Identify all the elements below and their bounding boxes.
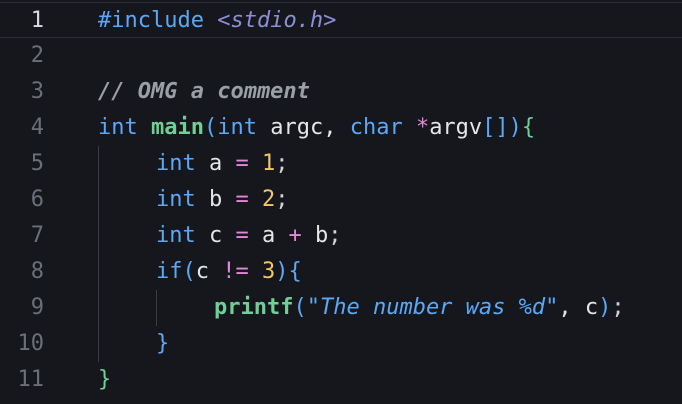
identifier: , c xyxy=(558,295,599,320)
identifier: c xyxy=(195,259,223,284)
brace: } xyxy=(98,367,112,392)
paren: ) xyxy=(275,259,289,284)
keyword-control: if xyxy=(156,259,183,284)
paren: ( xyxy=(203,115,218,140)
include-header: <stdio.h> xyxy=(217,8,337,33)
keyword-type: int xyxy=(156,151,196,176)
keyword-type: int xyxy=(98,115,138,140)
function-name: printf xyxy=(214,295,294,320)
operator: = xyxy=(235,223,249,248)
identifier: b xyxy=(195,187,236,212)
code-line[interactable]: 2 xyxy=(0,38,682,74)
line-content[interactable]: int c = a + b; xyxy=(156,218,342,254)
operator: = xyxy=(235,187,249,212)
paren: ) xyxy=(508,115,522,140)
code-line[interactable]: 4 int main(int argc, char *argv[]){ xyxy=(0,110,682,146)
line-number: 9 xyxy=(30,295,44,320)
identifier: argc, xyxy=(256,115,350,140)
paren: ( xyxy=(182,259,196,284)
line-content[interactable]: printf("The number was %d", c); xyxy=(214,290,625,326)
line-number: 11 xyxy=(17,367,45,392)
code-line[interactable]: 5 int a = 1; xyxy=(0,146,682,182)
preprocessor-directive: #include xyxy=(98,8,204,33)
keyword-type: int xyxy=(156,187,196,212)
comment: // OMG a comment xyxy=(98,79,310,104)
brackets: [] xyxy=(482,115,509,140)
semicolon: ; xyxy=(328,223,342,248)
string-literal: "The number was %d" xyxy=(306,295,559,320)
line-number: 8 xyxy=(30,259,44,284)
line-number: 1 xyxy=(30,8,44,33)
code-line[interactable]: 9 printf("The number was %d", c); xyxy=(0,290,682,326)
identifier: a xyxy=(195,151,236,176)
identifier: a xyxy=(248,223,289,248)
keyword-type: int xyxy=(156,223,196,248)
operator: + xyxy=(288,223,302,248)
operator: != xyxy=(222,259,249,284)
code-line[interactable]: 1 #include <stdio.h> xyxy=(0,2,682,38)
identifier: b xyxy=(301,223,329,248)
code-line[interactable]: 8 if(c != 3){ xyxy=(0,254,682,290)
semicolon: ; xyxy=(275,187,289,212)
keyword-type: int xyxy=(217,115,257,140)
line-content[interactable]: } xyxy=(98,362,111,398)
line-number: 3 xyxy=(30,79,44,104)
line-content[interactable]: int main(int argc, char *argv[]){ xyxy=(98,110,535,146)
line-number: 4 xyxy=(30,115,44,140)
code-line[interactable]: 7 int c = a + b; xyxy=(0,218,682,254)
line-number: 10 xyxy=(17,331,45,356)
line-number: 5 xyxy=(30,151,44,176)
operator: * xyxy=(415,115,430,140)
semicolon: ; xyxy=(275,151,289,176)
paren: ( xyxy=(293,295,307,320)
code-line[interactable]: 3 // OMG a comment xyxy=(0,74,682,110)
keyword-type: char xyxy=(349,115,403,140)
number-literal: 3 xyxy=(248,259,276,284)
line-content[interactable]: } xyxy=(156,326,169,362)
number-literal: 2 xyxy=(262,187,276,212)
identifier: c xyxy=(195,223,236,248)
function-name: main xyxy=(151,115,204,140)
identifier: argv xyxy=(429,115,483,140)
code-line[interactable]: 10 } xyxy=(0,326,682,362)
line-content[interactable]: if(c != 3){ xyxy=(156,254,302,290)
line-content[interactable]: int b = 2; xyxy=(156,182,289,218)
code-line[interactable]: 11 } xyxy=(0,362,682,398)
line-number: 6 xyxy=(30,187,44,212)
operator: = xyxy=(235,151,249,176)
line-content[interactable]: #include <stdio.h> xyxy=(98,3,336,39)
code-line[interactable]: 6 int b = 2; xyxy=(0,182,682,218)
line-content[interactable]: // OMG a comment xyxy=(98,74,310,110)
code-editor[interactable]: 1 #include <stdio.h> 2 3 // OMG a commen… xyxy=(0,0,682,404)
brace: { xyxy=(521,115,536,140)
paren: ) xyxy=(598,295,612,320)
line-number: 2 xyxy=(30,43,44,68)
line-content[interactable]: int a = 1; xyxy=(156,146,289,182)
semicolon: ; xyxy=(611,295,625,320)
brace: } xyxy=(156,331,170,356)
number-literal: 1 xyxy=(262,151,276,176)
line-number: 7 xyxy=(30,223,44,248)
brace: { xyxy=(288,259,302,284)
